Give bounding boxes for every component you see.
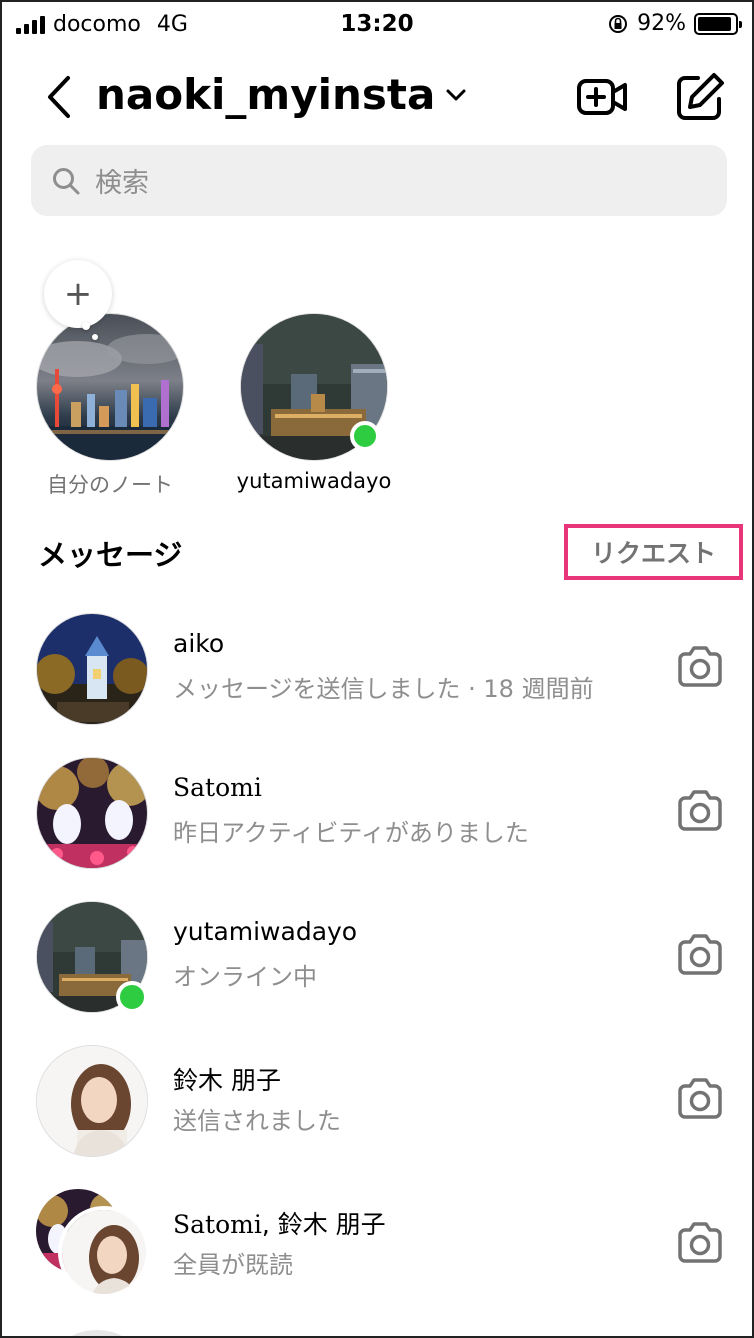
chevron-down-icon <box>446 89 466 100</box>
status-right: 92% <box>607 11 742 36</box>
camera-icon[interactable] <box>676 645 724 689</box>
plus-icon: + <box>63 274 93 314</box>
new-video-call-icon[interactable] <box>575 70 629 124</box>
camera-icon[interactable] <box>676 1077 724 1121</box>
thread-avatar <box>36 613 148 725</box>
my-note-label: 自分のノート <box>47 473 173 497</box>
online-indicator <box>116 981 148 1013</box>
group-avatar-front <box>58 1206 150 1298</box>
friend-note[interactable]: yutamiwadayo <box>237 313 391 493</box>
thread-avatar <box>36 1045 148 1157</box>
next-thread-avatar-peek <box>62 1330 132 1336</box>
thread-row[interactable]: aiko メッセージを送信しました · 18 週間前 <box>2 613 752 753</box>
add-note-button[interactable]: + <box>44 260 112 328</box>
thread-row[interactable]: 鈴木 朋子 送信されました <box>2 1045 752 1185</box>
thread-name: 鈴木 朋子 <box>173 1066 281 1095</box>
battery-icon <box>694 12 742 35</box>
thread-row[interactable]: Satomi, 鈴木 朋子 全員が既読 <box>2 1189 752 1329</box>
group-avatar <box>36 1189 154 1301</box>
camera-icon[interactable] <box>676 933 724 977</box>
search-input[interactable]: 検索 <box>31 145 727 216</box>
thread-subtitle: 昨日アクティビティがありました <box>173 819 529 847</box>
my-note[interactable]: 自分のノート <box>36 313 184 497</box>
status-bar: docomo 4G 13:20 92% <box>2 2 752 46</box>
friend-note-label: yutamiwadayo <box>236 469 392 493</box>
thread-avatar <box>36 757 148 869</box>
header: naoki_myinsta <box>2 62 752 132</box>
thread-name: aiko <box>173 629 225 658</box>
thread-row[interactable]: yutamiwadayo オンライン中 <box>2 901 752 1041</box>
dm-inbox-screen: docomo 4G 13:20 92% naoki_myinsta 検索 自分の… <box>0 0 754 1338</box>
thread-subtitle: オンライン中 <box>173 963 317 991</box>
camera-icon[interactable] <box>676 789 724 833</box>
search-placeholder: 検索 <box>95 168 149 199</box>
account-name: naoki_myinsta <box>96 70 436 119</box>
requests-link[interactable]: リクエスト <box>564 524 743 580</box>
account-switcher[interactable]: naoki_myinsta <box>96 70 467 119</box>
thread-subtitle: 全員が既読 <box>173 1251 293 1279</box>
messages-heading: メッセージ <box>38 538 183 572</box>
camera-icon[interactable] <box>676 1221 724 1265</box>
battery-percent: 92% <box>637 11 686 36</box>
bubble-tail <box>82 322 90 330</box>
thread-subtitle: メッセージを送信しました · 18 週間前 <box>173 675 594 703</box>
compose-icon[interactable] <box>673 70 727 124</box>
my-avatar <box>36 313 184 461</box>
rotation-lock-icon <box>609 14 628 33</box>
search-icon <box>53 167 80 194</box>
thread-row[interactable]: Satomi 昨日アクティビティがありました <box>2 757 752 897</box>
thread-name: Satomi, 鈴木 朋子 <box>173 1205 386 1241</box>
thread-name: yutamiwadayo <box>173 917 358 946</box>
online-indicator <box>350 421 380 451</box>
bubble-tail-small <box>92 334 98 340</box>
back-arrow-icon[interactable] <box>40 72 80 122</box>
thread-subtitle: 送信されました <box>173 1107 341 1135</box>
thread-name-part: , 鈴木 朋子 <box>261 1210 386 1239</box>
thread-name-part: Satomi <box>173 1210 262 1239</box>
thread-name: Satomi <box>173 773 262 802</box>
